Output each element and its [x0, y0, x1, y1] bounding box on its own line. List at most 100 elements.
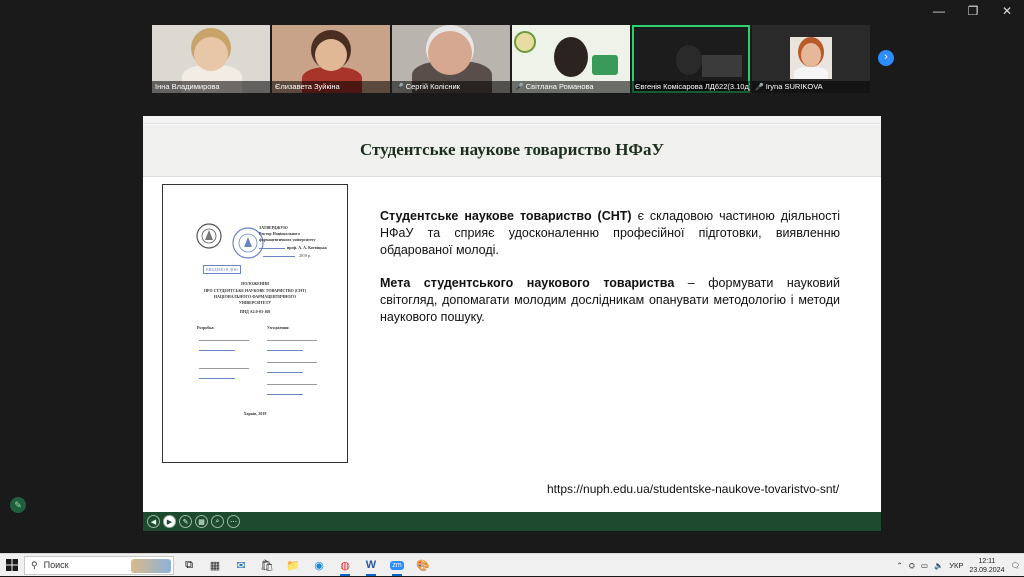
more-options-icon[interactable]: ⋯	[227, 515, 240, 528]
search-highlight-image	[131, 558, 171, 573]
search-placeholder: Поиск	[43, 560, 69, 570]
signature	[199, 373, 235, 379]
signature	[267, 389, 303, 395]
doc-heading: НАЦІОНАЛЬНОГО ФАРМАЦЕВТИЧНОГО	[213, 294, 297, 299]
signature	[199, 345, 235, 351]
signature	[267, 379, 317, 385]
shared-screen-slide: Студентське наукове товариство НФаУ ЗАТВ…	[143, 116, 881, 512]
participant-video	[702, 55, 742, 77]
participant-tile[interactable]: Єлизавета Зуйкіна	[272, 25, 390, 93]
taskbar-search-input[interactable]: ⚲ Поиск	[24, 555, 174, 575]
participant-tile[interactable]: 🎤 Iryna SURIKOVA	[752, 25, 870, 93]
participant-video	[676, 45, 702, 75]
mail-icon[interactable]: ✉	[230, 554, 252, 576]
participant-avatar	[790, 37, 832, 79]
paragraph-1-bold: Студентське наукове товариство (СНТ)	[380, 209, 632, 223]
participant-video	[514, 31, 536, 53]
battery-icon[interactable]: ▭	[921, 561, 928, 570]
doc-approve: ЗАТВЕРДЖУЮ	[259, 225, 288, 230]
paint-icon[interactable]: 🎨	[412, 554, 434, 576]
slide-paragraph-1: Студентське наукове товариство (СНТ) є с…	[380, 208, 840, 259]
annotate-pen-icon[interactable]: ✎	[10, 497, 26, 513]
system-tray: ⌃ ⛭ ▭ 🔈 УКР 12:11 23.09.2024 🗨	[897, 554, 1020, 577]
doc-approve-line: проф. А. А. Котвіцька	[287, 245, 327, 250]
search-icon: ⚲	[31, 559, 38, 570]
doc-code: ПНД А2.0-03-168	[239, 309, 271, 314]
clock-time: 12:11	[978, 557, 996, 565]
maximize-icon[interactable]: ❐	[956, 0, 990, 22]
participant-name: Світлана Романова	[525, 82, 594, 91]
calculator-icon[interactable]: ▦	[204, 554, 226, 576]
doc-left-head: Розробка:	[197, 325, 215, 330]
language-indicator[interactable]: УКР	[949, 561, 963, 570]
doc-heading: УНІВЕРСИТЕТУ	[238, 300, 272, 305]
slides-grid-icon[interactable]: ▦	[195, 515, 208, 528]
signature	[199, 335, 249, 341]
participant-video	[315, 39, 347, 71]
word-icon[interactable]: W	[360, 554, 382, 576]
participant-video	[554, 37, 588, 77]
participant-video	[194, 37, 228, 71]
doc-heading: ПРО СТУДЕНТСЬКЕ НАУКОВЕ ТОВАРИСТВО (СНТ)	[203, 288, 307, 293]
mic-muted-icon: 🎤	[755, 84, 764, 91]
task-view-icon[interactable]: ⧉	[178, 554, 200, 576]
notifications-icon[interactable]: 🗨	[1010, 561, 1020, 570]
windows-start-icon[interactable]	[0, 554, 24, 577]
participant-tile-active-speaker[interactable]: Євгенія Комісарова ЛД622(3.10д)	[632, 25, 750, 93]
chevron-right-icon[interactable]: ›	[878, 50, 894, 66]
zoom-icon[interactable]: ⌕	[211, 515, 224, 528]
network-icon[interactable]: ⛭	[909, 561, 915, 571]
store-icon[interactable]: 🛍	[256, 554, 278, 576]
close-icon[interactable]: ✕	[990, 0, 1024, 22]
signature	[267, 345, 303, 351]
university-seal-icon	[196, 223, 222, 249]
clock-date: 23.09.2024	[969, 566, 1005, 574]
doc-heading: ПОЛОЖЕННЯ	[241, 281, 269, 286]
participant-name: Сергій Колісник	[405, 82, 460, 91]
participant-name: Єлизавета Зуйкіна	[275, 82, 340, 91]
paragraph-2-bold: Мета студентського наукового товариства	[380, 276, 675, 290]
next-slide-icon[interactable]: ▶	[163, 515, 176, 528]
signature	[267, 335, 317, 341]
slideshow-control-bar: ◀ ▶ ✎ ▦ ⌕ ⋯	[143, 512, 881, 531]
document-scan: ЗАТВЕРДЖУЮ Ректор Національного фармацев…	[162, 184, 348, 463]
participant-name: Інна Владимирова	[155, 82, 220, 91]
slide-paragraph-2: Мета студентського наукового товариства …	[380, 275, 840, 326]
zoom-window: — ❐ ✕ Інна Владимирова Єлизавета Зуйкіна…	[0, 0, 1024, 553]
clock[interactable]: 12:11 23.09.2024	[969, 557, 1004, 575]
doc-stamp: ВВЕДЕНО В ДІЮ	[203, 265, 241, 274]
mic-muted-icon: 🎤	[515, 84, 524, 91]
doc-city: Харків, 2019	[243, 411, 267, 416]
minimize-icon[interactable]: —	[922, 0, 956, 22]
signature	[263, 251, 295, 257]
participant-video	[592, 55, 618, 75]
signature	[259, 243, 285, 249]
signature	[267, 357, 317, 363]
mic-muted-icon: 🎤	[395, 84, 404, 91]
file-explorer-icon[interactable]: 📁	[282, 554, 304, 576]
doc-approve-line: 2019 р.	[299, 253, 311, 258]
participant-name: Євгенія Комісарова ЛД622(3.10д)	[635, 82, 750, 91]
doc-approve-line: Ректор Національного	[259, 231, 300, 236]
window-controls: — ❐ ✕	[922, 0, 1024, 22]
participant-tile[interactable]: 🎤 Сергій Колісник	[392, 25, 510, 93]
volume-icon[interactable]: 🔈	[934, 561, 943, 570]
participant-tile[interactable]: Інна Владимирова	[152, 25, 270, 93]
participant-video	[428, 31, 472, 75]
previous-slide-icon[interactable]: ◀	[147, 515, 160, 528]
slide-title: Студентське наукове товариство НФаУ	[359, 140, 664, 159]
doc-approve-line: фармацевтичного університету	[259, 237, 316, 242]
signature	[267, 367, 303, 373]
edge-icon[interactable]: ◉	[308, 554, 330, 576]
windows-taskbar: ⚲ Поиск ⧉ ▦ ✉ 🛍 📁 ◉ ◍ W zm 🎨 ⌃ ⛭ ▭ 🔈 УКР…	[0, 553, 1024, 576]
participant-name: Iryna SURIKOVA	[765, 82, 823, 91]
signature	[199, 363, 249, 369]
participant-gallery: Інна Владимирова Єлизавета Зуйкіна 🎤 Серг…	[152, 25, 872, 93]
zoom-app-icon[interactable]: zm	[386, 554, 408, 576]
participant-tile[interactable]: 🎤 Світлана Романова	[512, 25, 630, 93]
chrome-icon[interactable]: ◍	[334, 554, 356, 576]
doc-right-head: Узгодження:	[267, 325, 290, 330]
slide-url: https://nuph.edu.ua/studentske-naukove-t…	[547, 482, 840, 496]
pen-icon[interactable]: ✎	[179, 515, 192, 528]
chevron-up-icon[interactable]: ⌃	[897, 561, 903, 570]
